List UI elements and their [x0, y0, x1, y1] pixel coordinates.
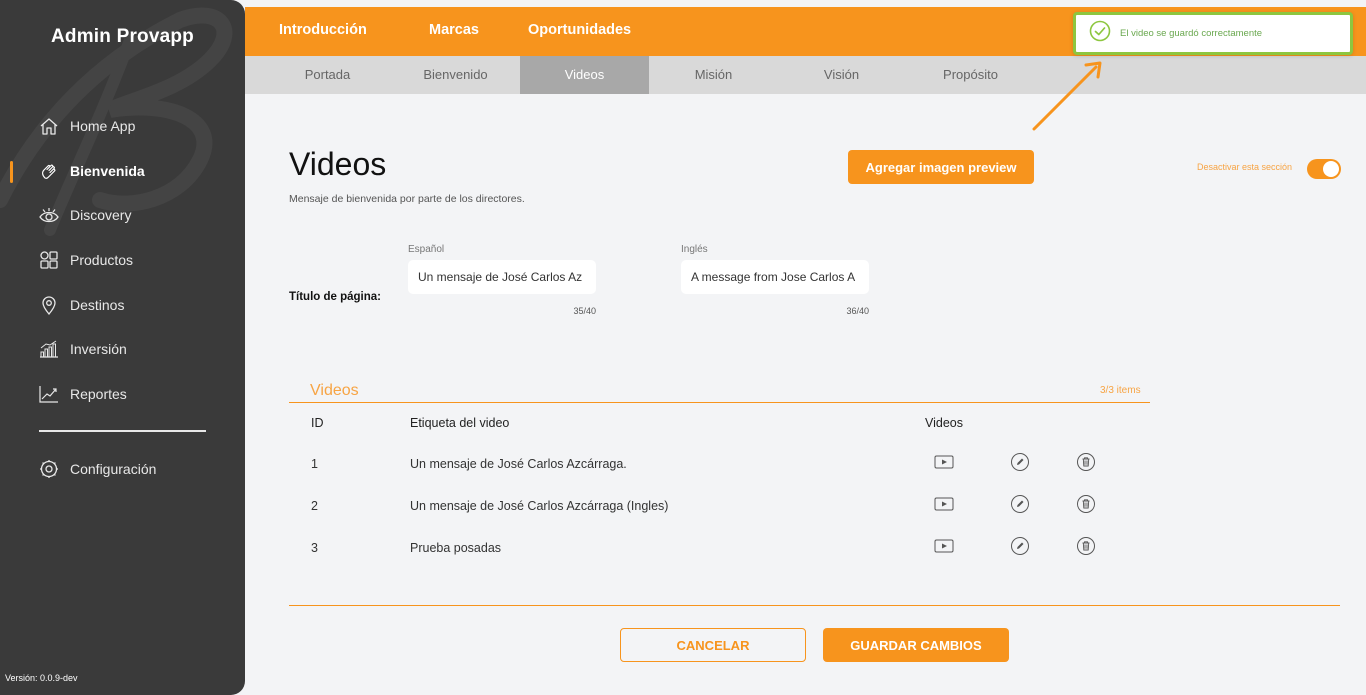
video-play-icon[interactable]: [934, 494, 954, 514]
sidebar-item-label: Discovery: [70, 207, 132, 224]
subtab-vision[interactable]: Visión: [777, 56, 906, 94]
app-title: Admin Provapp: [50, 26, 194, 47]
section-divider: [289, 402, 1150, 403]
edit-icon[interactable]: [1010, 494, 1030, 514]
sidebar-config: Configuración: [0, 447, 245, 492]
sidebar-item-label: Destinos: [70, 296, 125, 313]
sidebar: Admin Provapp Home App Bienvenida Discov…: [0, 0, 245, 695]
page-title: Videos: [289, 146, 387, 182]
subtab-videos[interactable]: Videos: [520, 56, 649, 94]
sidebar-item-reportes[interactable]: Reportes: [0, 372, 245, 417]
sidebar-item-label: Bienvenida: [70, 162, 145, 179]
sidebar-item-label: Configuración: [70, 461, 157, 478]
delete-icon[interactable]: [1076, 536, 1096, 556]
subtab-portada[interactable]: Portada: [263, 56, 392, 94]
subtab-bienvenido[interactable]: Bienvenido: [391, 56, 520, 94]
sidebar-item-label: Productos: [70, 252, 134, 269]
row-label: Un mensaje de José Carlos Azcárraga (Ing…: [410, 499, 669, 513]
section-toggle[interactable]: [1307, 159, 1341, 179]
check-circle-icon: [1089, 20, 1111, 47]
bar-chart-icon: [38, 338, 60, 360]
toast-message: El video se guardó correctamente: [1120, 28, 1263, 39]
location-pin-icon: [38, 294, 60, 316]
toggle-knob: [1323, 161, 1339, 177]
subtab-proposito[interactable]: Propósito: [906, 56, 1035, 94]
title-spanish-input[interactable]: [408, 260, 596, 294]
gear-icon: [38, 458, 60, 480]
eye-icon: [38, 204, 60, 226]
save-changes-button[interactable]: GUARDAR CAMBIOS: [823, 628, 1009, 662]
videos-section-title: Videos: [310, 382, 359, 399]
row-label: Prueba posadas: [410, 541, 502, 555]
sidebar-item-inversion[interactable]: Inversión: [0, 327, 245, 372]
column-header-id: ID: [311, 416, 324, 430]
video-play-icon[interactable]: [934, 452, 954, 472]
english-char-counter: 36/40: [846, 306, 869, 316]
sidebar-item-label: Inversión: [70, 341, 127, 358]
sidebar-nav: Home App Bienvenida Discovery Productos …: [0, 104, 245, 416]
sidebar-item-configuracion[interactable]: Configuración: [0, 447, 245, 492]
add-preview-image-button[interactable]: Agregar imagen preview: [848, 150, 1034, 184]
tab-oportunidades[interactable]: Oportunidades: [528, 22, 631, 38]
sidebar-item-bienvenida[interactable]: Bienvenida: [0, 149, 245, 194]
line-chart-icon: [38, 383, 60, 405]
wave-hand-icon: [38, 160, 60, 182]
tab-introduccion[interactable]: Introducción: [279, 22, 367, 38]
success-toast: El video se guardó correctamente: [1073, 12, 1353, 55]
row-id: 3: [311, 541, 318, 555]
row-label: Un mensaje de José Carlos Azcárraga.: [410, 457, 627, 471]
sub-nav: Portada Bienvenido Videos Misión Visión …: [245, 56, 1366, 94]
edit-icon[interactable]: [1010, 452, 1030, 472]
annotation-arrow-icon: [1032, 61, 1102, 131]
title-english-input[interactable]: [681, 260, 869, 294]
page-title-field-label: Título de página:: [289, 291, 381, 303]
version-label: Versión: 0.0.9-dev: [5, 673, 78, 683]
video-play-icon[interactable]: [934, 536, 954, 556]
sidebar-item-label: Reportes: [70, 385, 127, 402]
videos-item-count: 3/3 items: [1100, 385, 1141, 396]
grid-icon: [38, 249, 60, 271]
spanish-label: Español: [408, 244, 445, 255]
sidebar-item-label: Home App: [70, 118, 136, 135]
home-icon: [38, 115, 60, 137]
sidebar-item-discovery[interactable]: Discovery: [0, 193, 245, 238]
sidebar-item-destinos[interactable]: Destinos: [0, 282, 245, 327]
column-header-label: Etiqueta del video: [410, 416, 510, 430]
section-toggle-label: Desactivar esta sección: [1197, 162, 1293, 172]
edit-icon[interactable]: [1010, 536, 1030, 556]
english-label: Inglés: [681, 244, 708, 255]
subtab-mision[interactable]: Misión: [649, 56, 778, 94]
sidebar-divider: [39, 430, 206, 432]
footer-divider: [289, 605, 1340, 606]
delete-icon[interactable]: [1076, 452, 1096, 472]
tab-marcas[interactable]: Marcas: [429, 22, 479, 38]
column-header-videos: Videos: [925, 416, 963, 430]
row-id: 2: [311, 499, 318, 513]
page-description: Mensaje de bienvenida por parte de los d…: [289, 193, 525, 205]
cancel-button[interactable]: CANCELAR: [620, 628, 806, 662]
sidebar-item-home-app[interactable]: Home App: [0, 104, 245, 149]
spanish-char-counter: 35/40: [573, 306, 596, 316]
delete-icon[interactable]: [1076, 494, 1096, 514]
row-id: 1: [311, 457, 318, 471]
sidebar-item-productos[interactable]: Productos: [0, 238, 245, 283]
